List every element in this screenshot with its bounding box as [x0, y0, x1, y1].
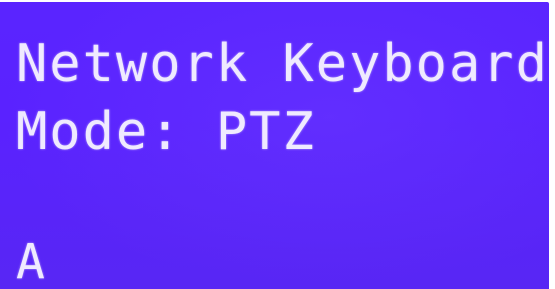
mode-status-text: Mode: PTZ — [16, 102, 316, 162]
lcd-screen: Network Keyboard Mode: PTZ A — [0, 2, 549, 289]
lcd-bezel: Network Keyboard Mode: PTZ A — [0, 0, 555, 289]
device-title-text: Network Keyboard — [16, 34, 549, 94]
input-indicator-text: A — [16, 234, 47, 289]
